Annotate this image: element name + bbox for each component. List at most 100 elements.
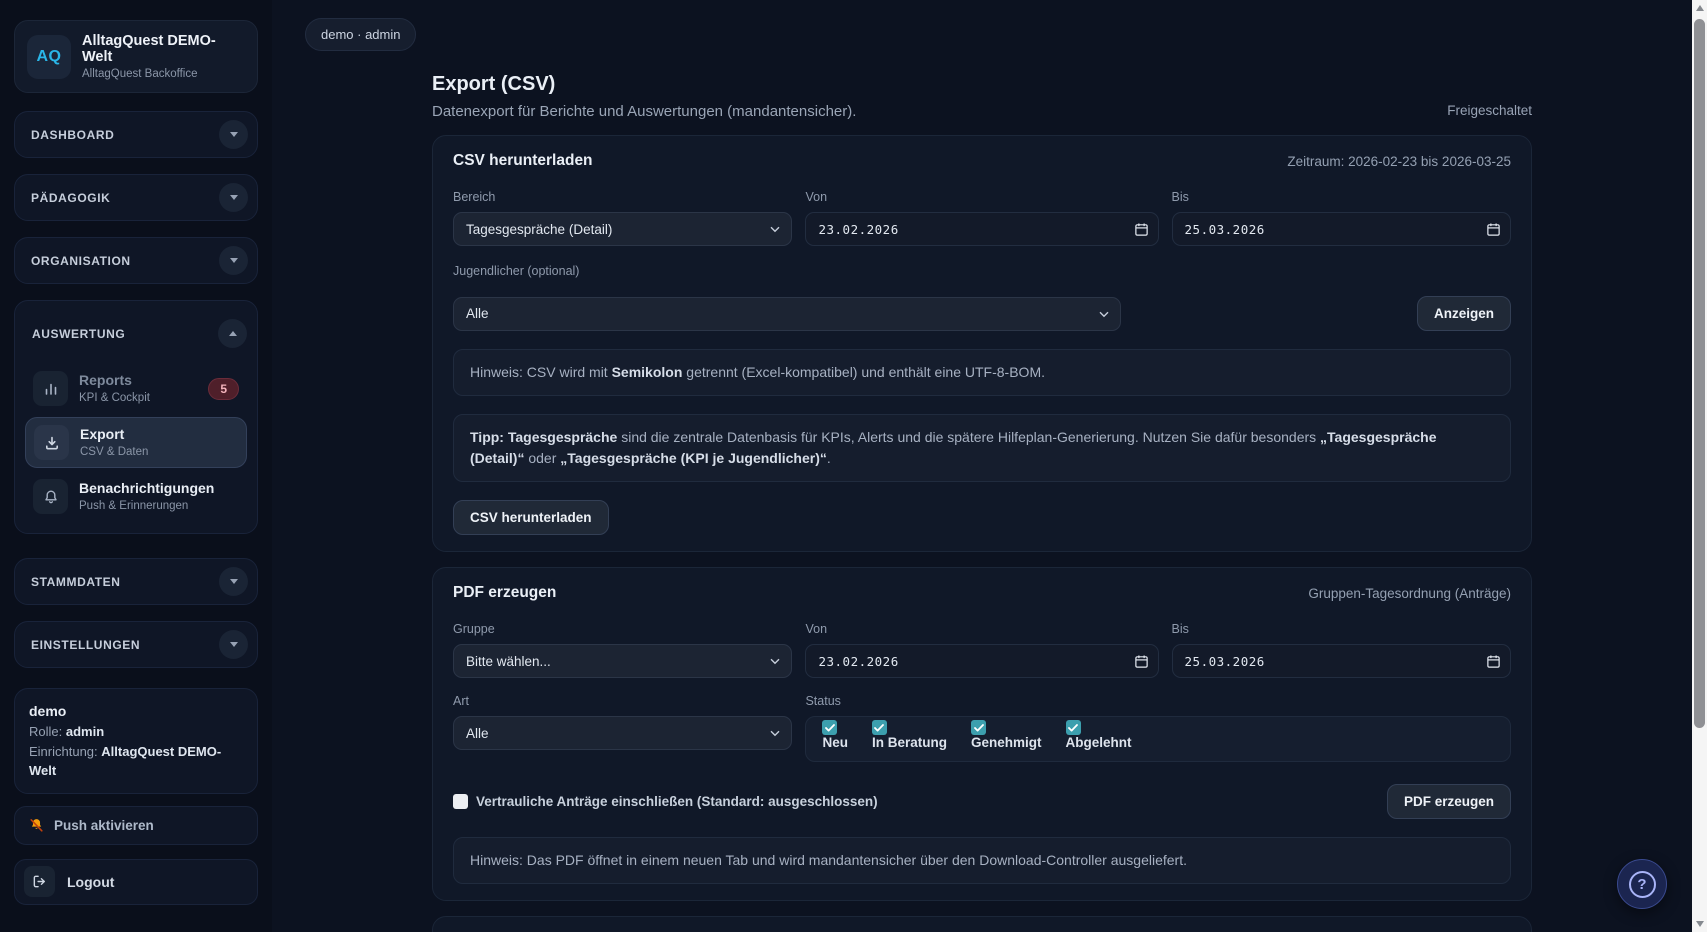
brand-card: AQ AlltagQuest DEMO-Welt AlltagQuest Bac… bbox=[14, 20, 258, 93]
status-checkbox-group: Neu In Beratung Genehmigt Abgelehnt bbox=[805, 716, 1511, 762]
chevron-down-icon[interactable] bbox=[219, 120, 248, 149]
sidebar-item-export[interactable]: Export CSV & Daten bbox=[25, 417, 247, 468]
logout-icon bbox=[24, 866, 55, 897]
scroll-up-arrow[interactable] bbox=[1692, 0, 1707, 16]
sidebar-group-stammdaten[interactable]: STAMMDATEN bbox=[14, 558, 258, 605]
jugendlicher-select[interactable]: Alle bbox=[453, 297, 1121, 331]
push-activate-button[interactable]: Push aktivieren bbox=[14, 806, 258, 845]
bereich-select-value: Tagesgespräche (Detail) bbox=[466, 222, 612, 237]
user-role: admin bbox=[66, 724, 104, 739]
pdf-von-date-input[interactable]: 23.02.2026 bbox=[805, 644, 1158, 678]
chevron-down-icon[interactable] bbox=[219, 567, 248, 596]
bis-date-value: 25.03.2026 bbox=[1185, 654, 1265, 669]
group-label: AUSWERTUNG bbox=[32, 327, 125, 341]
user-role-label: Rolle: bbox=[29, 724, 62, 739]
session-badge: demo · admin bbox=[305, 18, 416, 51]
csv-hint: Hinweis: CSV wird mit Semikolon getrennt… bbox=[453, 349, 1511, 396]
art-label: Art bbox=[453, 694, 792, 708]
checkbox-checked-icon bbox=[1066, 720, 1081, 735]
item-subtitle: CSV & Daten bbox=[80, 445, 148, 459]
user-facility-label: Einrichtung: bbox=[29, 744, 98, 759]
group-label: STAMMDATEN bbox=[31, 575, 121, 589]
anzeigen-button[interactable]: Anzeigen bbox=[1417, 296, 1511, 331]
confidential-checkbox[interactable]: Vertrauliche Anträge einschließen (Stand… bbox=[453, 794, 878, 809]
status-checkbox-genehmigt[interactable]: Genehmigt bbox=[971, 720, 1042, 750]
pdf-generate-card: PDF erzeugen Gruppen-Tagesordnung (Anträ… bbox=[432, 567, 1532, 901]
item-subtitle: Push & Erinnerungen bbox=[79, 499, 214, 513]
brand-subtitle: AlltagQuest Backoffice bbox=[82, 68, 245, 80]
status-checkbox-in-beratung[interactable]: In Beratung bbox=[872, 720, 947, 750]
bereich-select[interactable]: Tagesgespräche (Detail) bbox=[453, 212, 792, 246]
csv-tip: Tipp: Tagesgespräche sind die zentrale D… bbox=[453, 414, 1511, 482]
card-title: CSV herunterladen bbox=[453, 152, 593, 170]
user-card: demo Rolle: admin Einrichtung: AlltagQue… bbox=[14, 688, 258, 794]
chevron-down-icon[interactable] bbox=[219, 246, 248, 275]
item-title: Reports bbox=[79, 372, 150, 390]
page-title: Export (CSV) bbox=[432, 73, 856, 96]
von-date-value: 23.02.2026 bbox=[818, 222, 898, 237]
checkbox-checked-icon bbox=[872, 720, 887, 735]
sidebar-group-auswertung-header[interactable]: AUSWERTUNG bbox=[25, 311, 247, 360]
group-label: PÄDAGOGIK bbox=[31, 191, 110, 205]
calendar-icon[interactable] bbox=[1134, 222, 1149, 237]
chevron-down-icon bbox=[770, 226, 780, 233]
chevron-up-icon[interactable] bbox=[218, 319, 247, 348]
sidebar-group-auswertung: AUSWERTUNG Reports KPI & Cockpit 5 Expor… bbox=[14, 300, 258, 534]
sidebar-group-paedagogik[interactable]: PÄDAGOGIK bbox=[14, 174, 258, 221]
download-icon bbox=[34, 425, 69, 460]
logout-button[interactable]: Logout bbox=[14, 859, 258, 905]
bis-date-value: 25.03.2026 bbox=[1185, 222, 1265, 237]
checkbox-unchecked-icon bbox=[453, 794, 468, 809]
bis-date-input[interactable]: 25.03.2026 bbox=[1172, 212, 1511, 246]
art-select-value: Alle bbox=[466, 726, 489, 741]
status-label: Status bbox=[805, 694, 1511, 708]
push-button-label: Push aktivieren bbox=[54, 818, 154, 833]
scrollbar-thumb[interactable] bbox=[1694, 19, 1705, 728]
von-label: Von bbox=[805, 622, 1158, 636]
sidebar-group-organisation[interactable]: ORGANISATION bbox=[14, 237, 258, 284]
item-subtitle: KPI & Cockpit bbox=[79, 391, 150, 405]
item-title: Export bbox=[80, 426, 148, 444]
status-checkbox-abgelehnt[interactable]: Abgelehnt bbox=[1066, 720, 1132, 750]
pdf-bis-date-input[interactable]: 25.03.2026 bbox=[1172, 644, 1511, 678]
bar-chart-icon bbox=[33, 371, 68, 406]
gruppe-select-value: Bitte wählen... bbox=[466, 654, 551, 669]
page-subtitle: Datenexport für Berichte und Auswertunge… bbox=[432, 103, 856, 120]
von-label: Von bbox=[805, 190, 1158, 204]
von-date-input[interactable]: 23.02.2026 bbox=[805, 212, 1158, 246]
main-content: demo · admin Export (CSV) Datenexport fü… bbox=[272, 0, 1692, 932]
calendar-icon[interactable] bbox=[1486, 222, 1501, 237]
bis-label: Bis bbox=[1172, 190, 1511, 204]
chevron-down-icon bbox=[770, 730, 780, 737]
sidebar-group-einstellungen[interactable]: EINSTELLUNGEN bbox=[14, 621, 258, 668]
calendar-icon[interactable] bbox=[1134, 654, 1149, 669]
pdf-generate-button[interactable]: PDF erzeugen bbox=[1387, 784, 1511, 819]
checkbox-checked-icon bbox=[822, 720, 837, 735]
card-title: PDF erzeugen bbox=[453, 584, 556, 602]
sidebar-item-reports[interactable]: Reports KPI & Cockpit 5 bbox=[25, 364, 247, 413]
calendar-icon[interactable] bbox=[1486, 654, 1501, 669]
bell-icon bbox=[33, 479, 68, 514]
sidebar-group-dashboard[interactable]: DASHBOARD bbox=[14, 111, 258, 158]
gruppe-select[interactable]: Bitte wählen... bbox=[453, 644, 792, 678]
card-meta: Gruppen-Tagesordnung (Anträge) bbox=[1308, 586, 1511, 601]
status-checkbox-neu[interactable]: Neu bbox=[822, 720, 848, 750]
pdf-generate-card-2: PDF erzeugen Fallgespräch / Teamsitzung bbox=[432, 916, 1532, 932]
csv-download-button[interactable]: CSV herunterladen bbox=[453, 500, 609, 535]
art-select[interactable]: Alle bbox=[453, 716, 792, 750]
group-label: ORGANISATION bbox=[31, 254, 131, 268]
scroll-down-arrow[interactable] bbox=[1692, 916, 1707, 932]
brand-title: AlltagQuest DEMO-Welt bbox=[82, 33, 245, 65]
chevron-down-icon[interactable] bbox=[219, 183, 248, 212]
sidebar-item-benachrichtigungen[interactable]: Benachrichtigungen Push & Erinnerungen bbox=[25, 472, 247, 521]
card-meta: Zeitraum: 2026-02-23 bis 2026-03-25 bbox=[1287, 154, 1511, 169]
brand-logo-icon: AQ bbox=[27, 35, 71, 79]
scrollbar[interactable] bbox=[1692, 0, 1707, 932]
von-date-value: 23.02.2026 bbox=[818, 654, 898, 669]
chevron-down-icon[interactable] bbox=[219, 630, 248, 659]
help-button[interactable]: ? bbox=[1617, 859, 1667, 909]
checkbox-checked-icon bbox=[971, 720, 986, 735]
pdf-hint: Hinweis: Das PDF öffnet in einem neuen T… bbox=[453, 837, 1511, 884]
bell-off-icon bbox=[28, 817, 45, 834]
logout-label: Logout bbox=[67, 874, 114, 890]
